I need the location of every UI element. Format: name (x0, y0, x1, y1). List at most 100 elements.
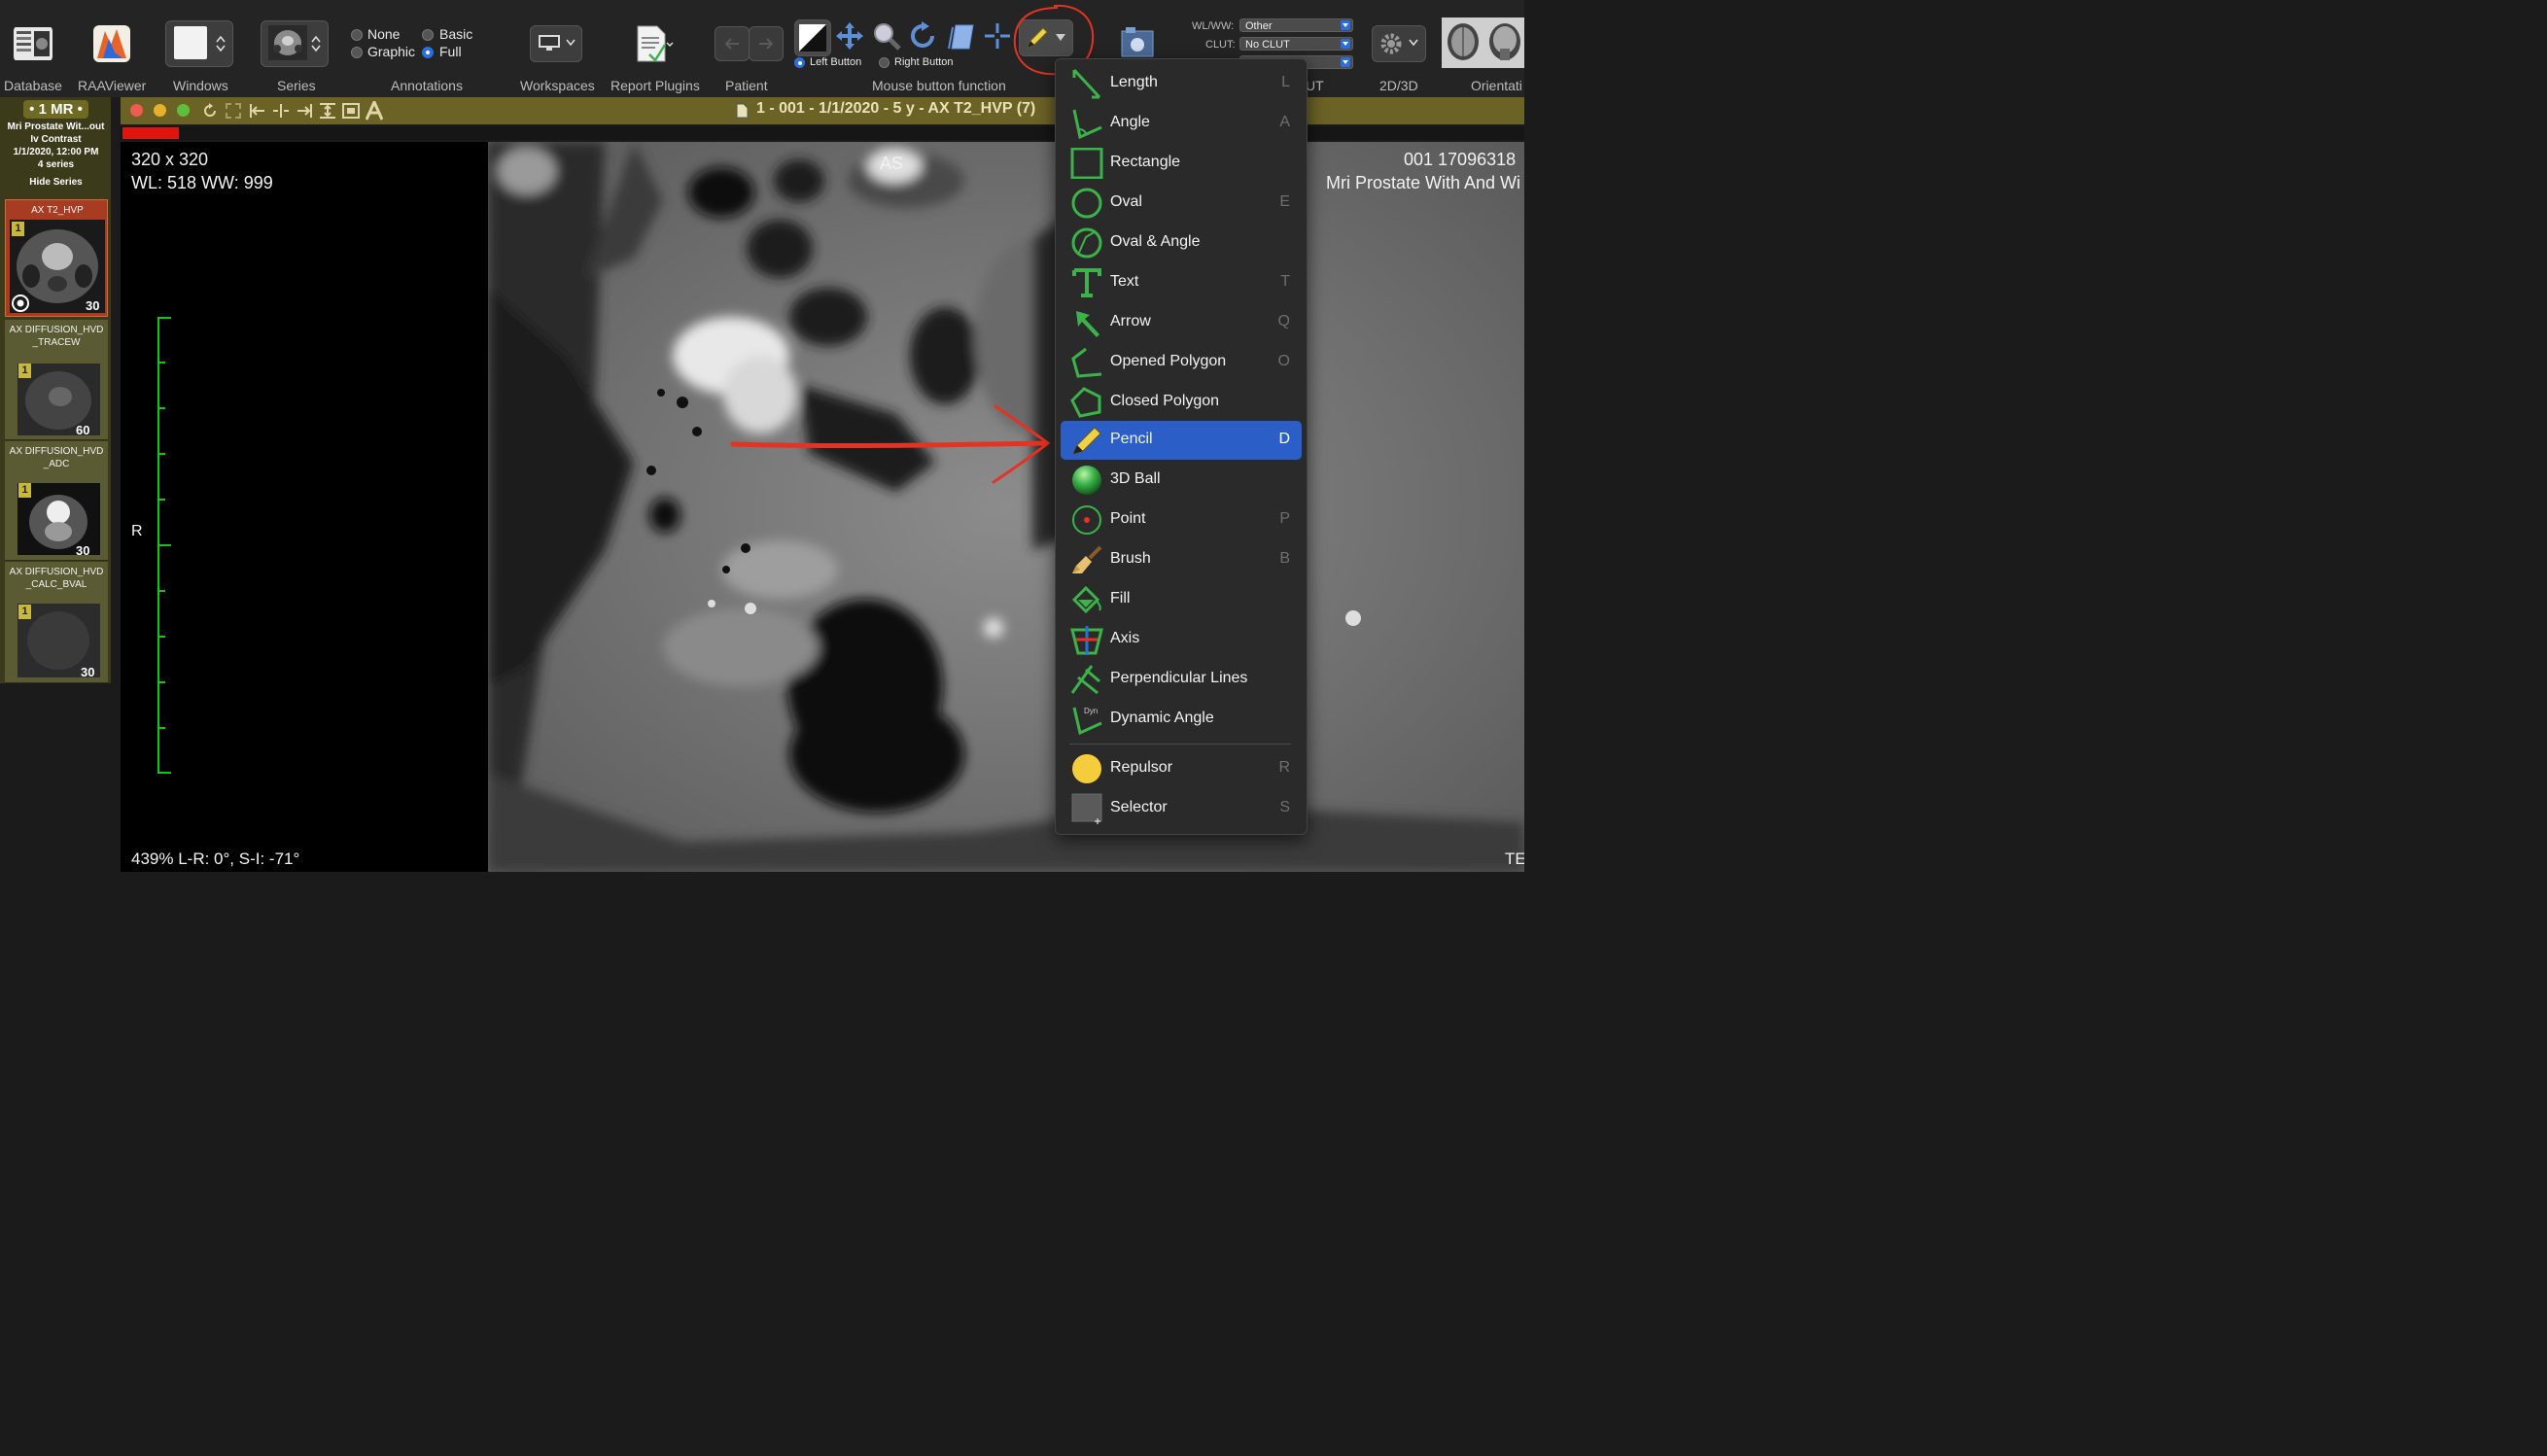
database-icon (14, 27, 52, 60)
wlww-label: WL/WW: (1192, 20, 1235, 32)
middle-image-icon[interactable] (272, 103, 290, 119)
annotations-graphic-label[interactable]: Graphic (367, 44, 415, 59)
move-tool-icon[interactable] (835, 21, 864, 51)
menu-item-point[interactable]: Point P (1061, 501, 1302, 539)
fit-window-icon[interactable] (342, 103, 360, 119)
dynamic-angle-icon: Dyn (1072, 707, 1102, 735)
oval-angle-icon (1071, 227, 1102, 259)
menu-item-length[interactable]: Length L (1061, 64, 1302, 103)
menu-item-label: Length (1110, 74, 1158, 90)
windows-label: Windows (173, 78, 228, 93)
series-image-count: 60 (76, 423, 90, 437)
window-level-tool-button[interactable] (794, 19, 831, 56)
annotations-full-label[interactable]: Full (439, 44, 462, 59)
clut-select[interactable]: No CLUT (1239, 37, 1353, 51)
rotate-tool-icon[interactable] (909, 21, 938, 51)
scroll-stack-tool-icon[interactable] (946, 21, 975, 51)
series-item[interactable]: AX T2_HVP 1 30 (5, 199, 108, 317)
left-button-label[interactable]: Left Button (810, 56, 861, 68)
annotation-arrow (730, 404, 1051, 484)
last-image-icon[interactable] (296, 103, 313, 119)
menu-item-pencil[interactable]: Pencil D (1061, 421, 1302, 460)
brush-icon (1072, 545, 1102, 573)
menu-item-shortcut: A (1279, 114, 1290, 130)
series-image-count: 30 (86, 298, 100, 313)
series-item[interactable]: AX DIFFUSION_HVD_TRACEW 1 60 (5, 320, 108, 440)
arrow-right-icon (759, 38, 774, 50)
right-button-label[interactable]: Right Button (894, 56, 954, 68)
menu-item-label: Pencil (1110, 431, 1153, 447)
menu-item-dynamic-angle[interactable]: Dyn Dynamic Angle (1061, 700, 1302, 739)
menu-item-opened-polygon[interactable]: Opened Polygon O (1061, 343, 1302, 382)
menu-item-rectangle[interactable]: Rectangle (1061, 144, 1302, 183)
series-item[interactable]: AX DIFFUSION_HVD_CALC_BVAL 1 30 (5, 562, 108, 683)
menu-item-repulsor[interactable]: Repulsor R (1061, 749, 1302, 788)
patient-label: Patient (725, 78, 768, 93)
hide-series-button[interactable]: Hide Series (5, 176, 107, 189)
lut-label: UT (1306, 78, 1324, 93)
capture-icon[interactable] (1120, 25, 1157, 60)
right-button-radio[interactable] (879, 57, 890, 68)
oval-icon (1071, 188, 1102, 219)
minimize-window-button[interactable] (154, 104, 166, 117)
annotations-full-radio[interactable] (422, 47, 434, 58)
menu-item-perpendicular-lines[interactable]: Perpendicular Lines (1061, 660, 1302, 699)
wlww-select[interactable]: Other (1239, 18, 1353, 32)
report-plugins-label: Report Plugins (611, 78, 700, 93)
menu-item-fill[interactable]: Fill (1061, 580, 1302, 619)
first-image-icon[interactable] (249, 103, 266, 119)
study-description: Mri Prostate With And Wi (1326, 173, 1521, 192)
menu-item-label: Angle (1110, 114, 1150, 130)
series-thumbnail-icon (268, 25, 307, 60)
annotations-graphic-radio[interactable] (351, 47, 363, 58)
image-matrix-size: 320 x 320 (131, 150, 209, 169)
next-patient-button[interactable] (749, 26, 784, 61)
menu-item-text[interactable]: Text T (1061, 263, 1302, 302)
image-progress-bar[interactable] (121, 126, 1524, 140)
zoom-rotation-readout: 439% L-R: 0°, S-I: -71° (131, 849, 300, 868)
wlww-value: Other (1245, 20, 1273, 32)
point-icon (1072, 505, 1101, 535)
annotations-basic-label[interactable]: Basic (439, 26, 472, 42)
select-arrow-icon (1341, 57, 1350, 67)
text-annotation-icon[interactable] (366, 101, 383, 121)
progress-fill (122, 127, 179, 139)
series-count: 4 series (37, 159, 75, 170)
menu-item-arrow[interactable]: Arrow Q (1061, 303, 1302, 342)
menu-item-closed-polygon[interactable]: Closed Polygon (1061, 383, 1302, 422)
menu-item-shortcut: T (1280, 273, 1290, 290)
annotations-none-radio[interactable] (351, 29, 363, 41)
study-header[interactable]: • 1 MR • Mri Prostate Wit...out Iv Contr… (5, 100, 107, 189)
menu-item-3d-ball[interactable]: 3D Ball (1061, 461, 1302, 500)
zoom-window-button[interactable] (177, 104, 190, 117)
image-viewport[interactable]: 320 x 320 WL: 518 WW: 999 AS R 001 17096… (121, 142, 1524, 872)
fit-height-icon[interactable] (319, 103, 336, 119)
mri-image[interactable] (488, 142, 1524, 872)
menu-item-selector[interactable]: Selector S (1061, 789, 1302, 828)
select-arrow-icon (1341, 39, 1350, 49)
series-item[interactable]: AX DIFFUSION_HVD_ADC 1 30 (5, 441, 108, 561)
series-name: AX DIFFUSION_HVD_CALC_BVAL (9, 567, 104, 590)
reset-icon[interactable] (202, 103, 218, 119)
annotations-none-label[interactable]: None (367, 26, 400, 42)
fullscreen-icon[interactable] (226, 103, 241, 119)
angle-icon (1072, 109, 1102, 139)
menu-item-oval-angle[interactable]: Oval & Angle (1061, 224, 1302, 262)
annotations-basic-radio[interactable] (422, 29, 434, 41)
left-button-radio[interactable] (794, 57, 805, 68)
menu-item-angle[interactable]: Angle A (1061, 104, 1302, 143)
menu-item-brush[interactable]: Brush B (1061, 540, 1302, 579)
zoom-tool-icon[interactable] (872, 21, 901, 51)
menu-item-axis[interactable]: Axis (1061, 620, 1302, 659)
menu-item-shortcut: P (1279, 510, 1290, 527)
series-badge: 1 (12, 222, 24, 236)
menu-item-label: Rectangle (1110, 154, 1181, 170)
chevron-down-icon (566, 39, 576, 47)
annotations-label: Annotations (391, 78, 463, 93)
menu-item-shortcut: B (1279, 550, 1290, 567)
scale-ticks (159, 317, 171, 774)
previous-patient-button[interactable] (715, 26, 750, 61)
close-window-button[interactable] (130, 104, 143, 117)
menu-item-oval[interactable]: Oval E (1061, 184, 1302, 223)
tool-dropdown-menu: Length L Angle A Rectangle Oval E Oval &… (1055, 58, 1308, 835)
